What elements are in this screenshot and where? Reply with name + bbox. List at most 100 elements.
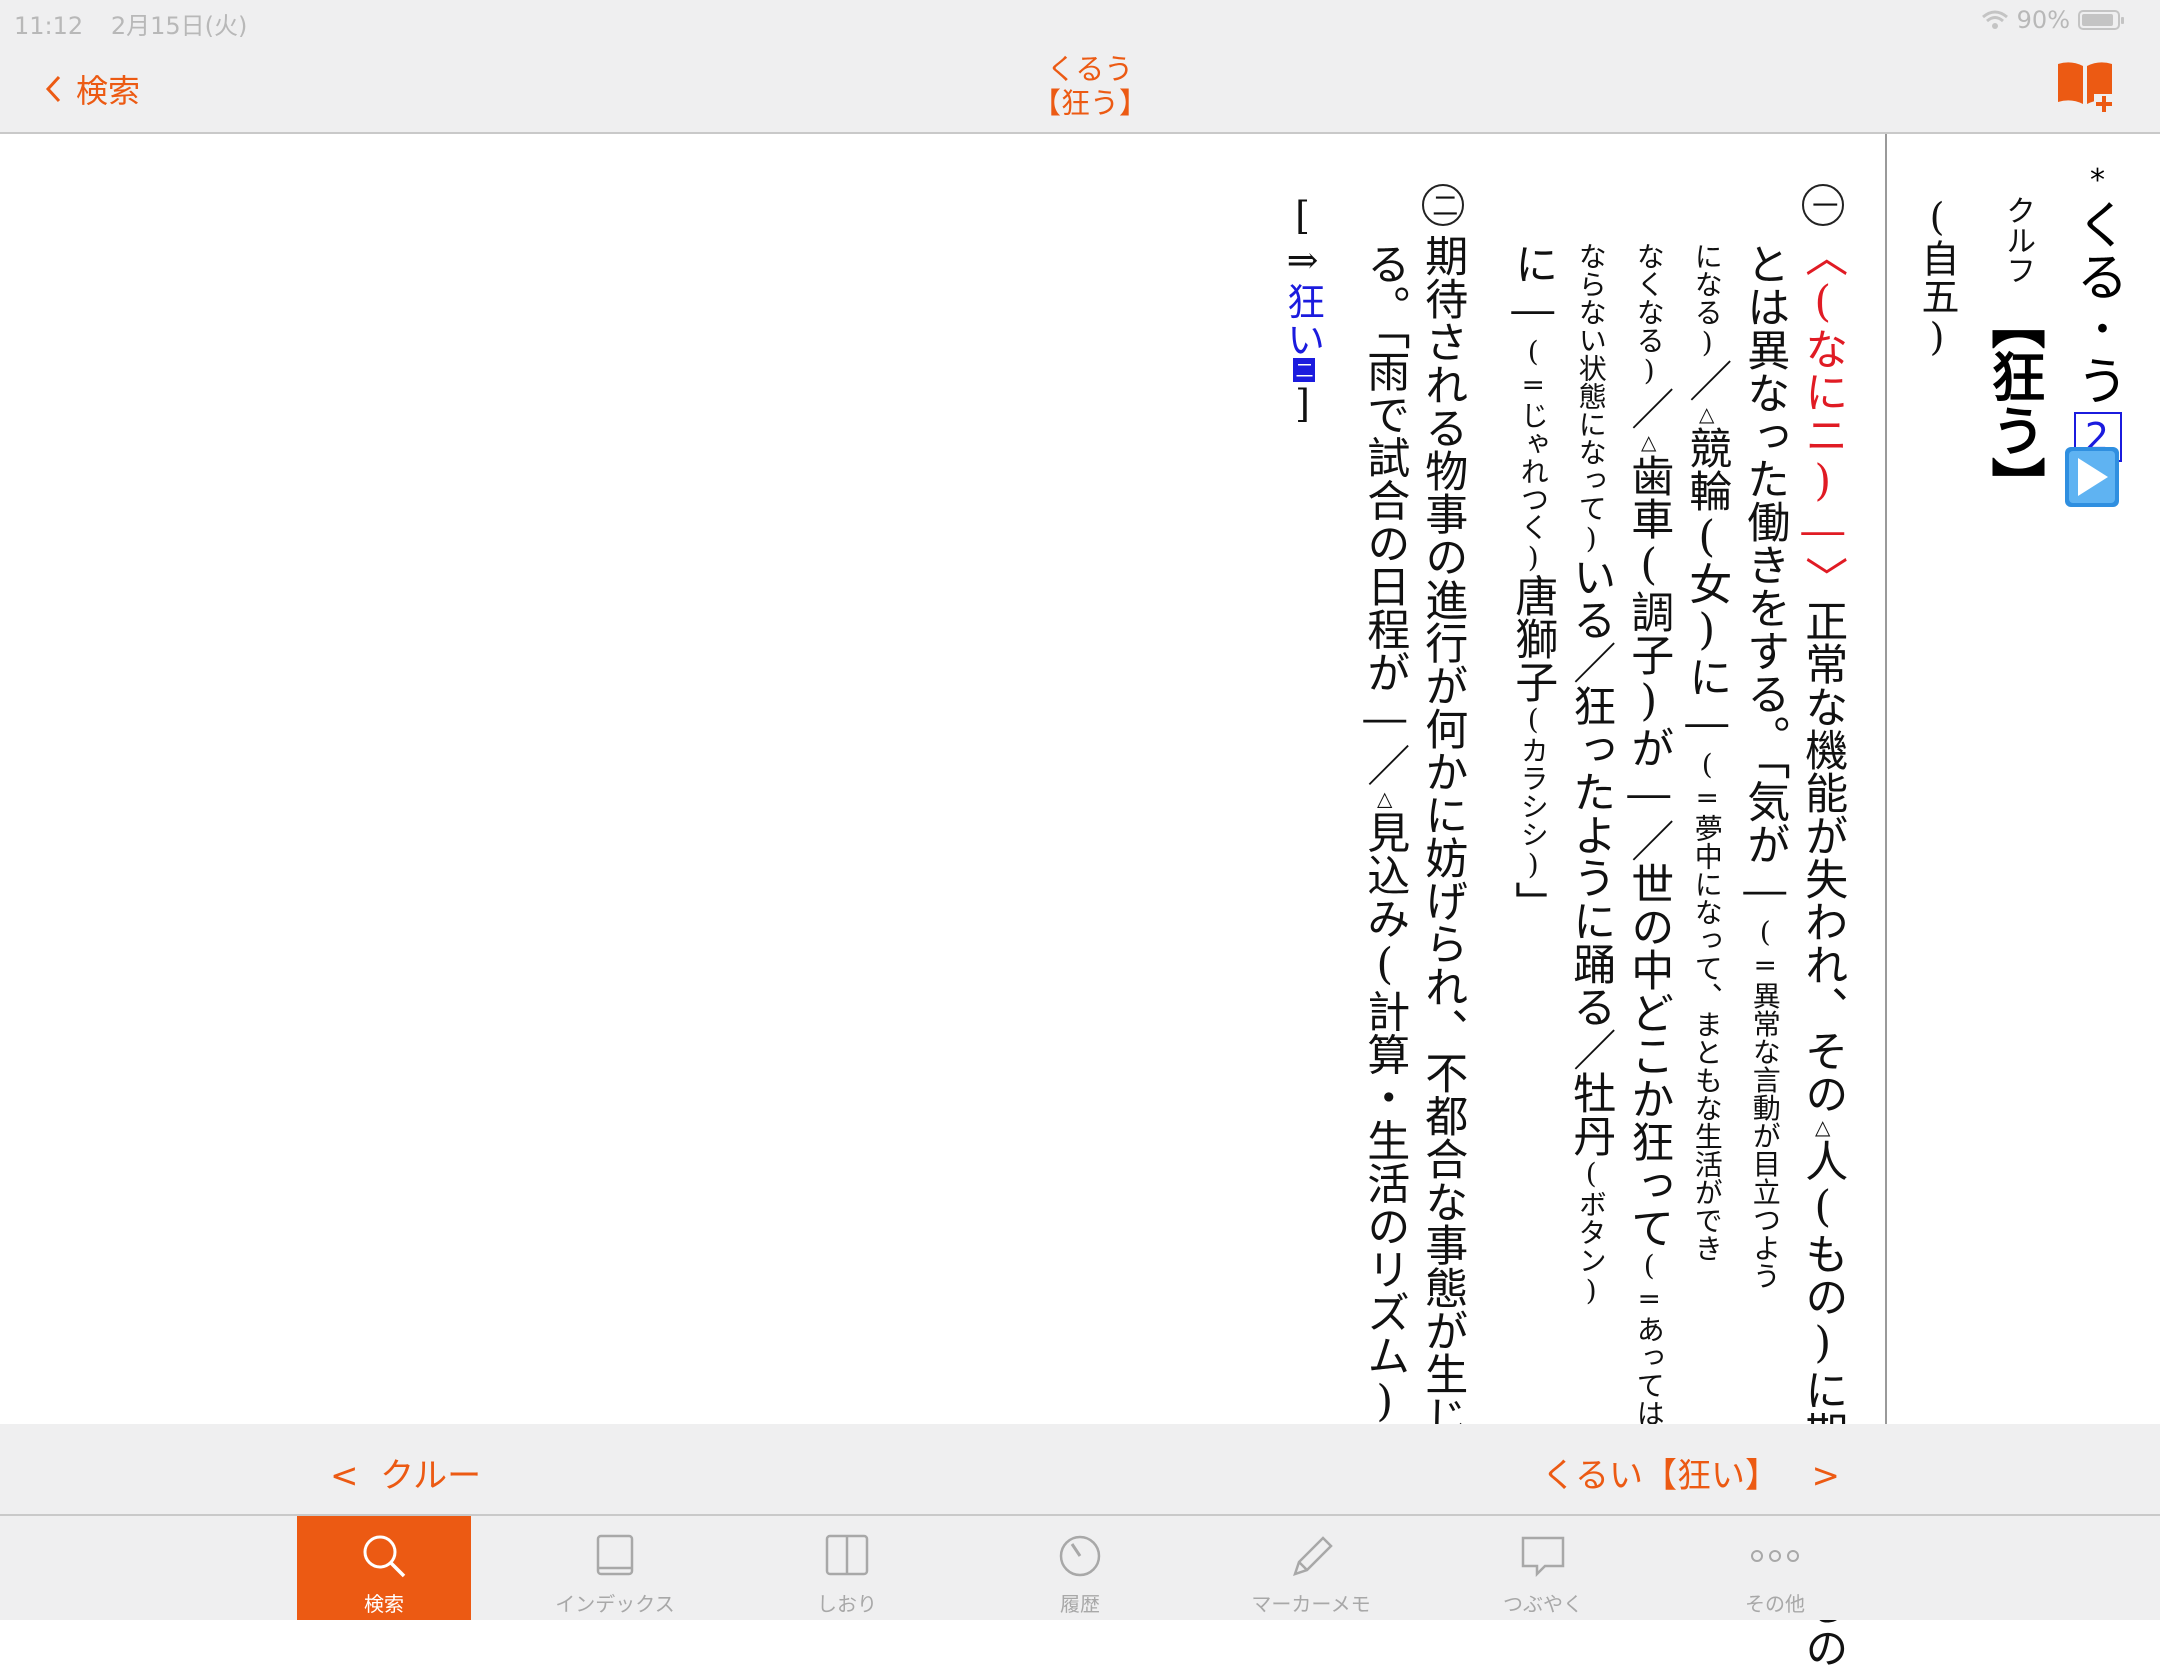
line-fragment: △ bbox=[1810, 1115, 1835, 1139]
line-text: なくなる)／△歯車(調子)が―／世の中どこか狂って(=あっては bbox=[1624, 242, 1674, 1427]
battery-percent: 90% bbox=[2016, 6, 2070, 34]
tab-more[interactable]: その他 bbox=[1688, 1516, 1862, 1620]
line-fragment: ニ bbox=[1797, 413, 1848, 456]
headword-kanji: 【狂う】 bbox=[1982, 295, 2046, 511]
chevron-right-icon: > bbox=[1811, 1456, 1841, 1496]
previous-entry-button[interactable]: < クルー bbox=[330, 1448, 481, 1497]
back-button[interactable]: 検索 bbox=[44, 66, 140, 112]
line-fragment: △ bbox=[1636, 430, 1661, 454]
status-bar: 11:12 2月15日(火) 90% bbox=[0, 0, 2160, 40]
line-fragment: 競輪(女)に― bbox=[1681, 426, 1732, 748]
line-fragment: 期待される物事の進行が何かに妨げられ、不都合な事態が生じ bbox=[1417, 234, 1468, 1438]
tab-label: 検索 bbox=[364, 1592, 404, 1616]
historical-kana: クルフ bbox=[2000, 195, 2035, 285]
xref-sense-box: 二 bbox=[1292, 358, 1315, 382]
line-text: とは異なった働きをする。「気が―(=異常な言動が目立つよう bbox=[1740, 242, 1790, 1290]
line-fragment: (=異常な言動が目立つよう bbox=[1748, 915, 1782, 1290]
pencil-icon bbox=[1293, 1536, 1333, 1576]
tab-label: しおり bbox=[817, 1592, 877, 1616]
line-fragment: △ bbox=[1694, 402, 1719, 426]
xref-close: ] bbox=[1280, 382, 1325, 426]
entry-content: 一〈(なにニ)―〉正常な機能が失われ、その△人(もの)に期待されるの とは異なっ… bbox=[0, 134, 2160, 1669]
navigation-bar: 検索 くるう 【狂う】 bbox=[0, 40, 2160, 134]
sense-1-line-2: とは異なった働きをする。「気が―(=異常な言動が目立つよう bbox=[1737, 242, 1791, 1290]
line-fragment: ／ bbox=[1623, 387, 1674, 430]
line-fragment: 歯車(調子)が―／世の中どこか狂って bbox=[1623, 454, 1674, 1249]
play-audio-icon[interactable] bbox=[2064, 446, 2120, 508]
line-text: ならない状態になって)いる／狂ったように踊る／牡丹(ボタン) bbox=[1566, 242, 1616, 1307]
line-fragment: になる) bbox=[1690, 242, 1724, 359]
sense-2-marker: 二 bbox=[1421, 184, 1464, 226]
part-of-speech: (自五) bbox=[1915, 195, 1959, 359]
book-open-icon bbox=[825, 1534, 869, 1576]
status-left: 11:12 2月15日(火) bbox=[14, 6, 267, 41]
line-fragment: 〈(なに bbox=[1797, 234, 1848, 413]
status-right: 90% bbox=[1981, 6, 2124, 34]
tab-label: その他 bbox=[1745, 1592, 1805, 1616]
more-dots-icon bbox=[1751, 1550, 1799, 1562]
status-date: 2月15日(火) bbox=[110, 12, 248, 40]
xref-link[interactable]: 狂い bbox=[1281, 282, 1325, 358]
sense-1-line-4: なくなる)／△歯車(調子)が―／世の中どこか狂って(=あっては bbox=[1621, 242, 1675, 1427]
xref-open: [⇒ bbox=[1280, 194, 1325, 282]
line-text: る。「雨で試合の日程が―／△見込み(計算・生活のリズム)が―」 bbox=[1360, 242, 1410, 1563]
sense-1-line-3: になる)／△競輪(女)に―(=夢中になって、まともな生活ができ bbox=[1679, 242, 1733, 1262]
line-fragment: 唐獅子 bbox=[1507, 574, 1558, 703]
tab-history[interactable]: 履歴 bbox=[993, 1516, 1167, 1620]
tab-bar: 検索 インデックス しおり 履歴 マーカーメモ つぶやく その他 bbox=[0, 1516, 2160, 1620]
wifi-icon bbox=[1981, 10, 2008, 29]
chevron-left-icon bbox=[45, 75, 61, 103]
tab-label: インデックス bbox=[555, 1592, 675, 1616]
headword-text: くる･う bbox=[2067, 198, 2127, 406]
line-fragment: ならない状態になって) bbox=[1574, 242, 1608, 555]
line-fragment: (=あっては bbox=[1632, 1249, 1666, 1427]
speech-bubble-icon bbox=[1521, 1536, 1565, 1578]
page-title: くるう 【狂う】 bbox=[880, 52, 1300, 120]
search-icon bbox=[363, 1535, 406, 1578]
previous-entry-label: クルー bbox=[380, 1456, 482, 1496]
tab-bookmarks[interactable]: しおり bbox=[760, 1516, 934, 1620]
line-fragment: (カラシシ) bbox=[1516, 703, 1550, 881]
sense-2-line-1: 二期待される物事の進行が何かに妨げられ、不都合な事態が生じ bbox=[1415, 184, 1469, 1438]
tab-label: つぶやく bbox=[1503, 1592, 1583, 1616]
book-plus-icon[interactable] bbox=[2054, 58, 2116, 114]
tab-marker-memo[interactable]: マーカーメモ bbox=[1224, 1516, 1398, 1620]
next-entry-button[interactable]: くるい【狂い】 > bbox=[1542, 1448, 1840, 1497]
line-fragment: る。「雨で試合の日程が―／ bbox=[1359, 242, 1410, 787]
column-divider bbox=[1885, 134, 1887, 1424]
tab-label: マーカーメモ bbox=[1251, 1592, 1371, 1616]
sense-1-line-6: に―(=じゃれつく)唐獅子(カラシシ)」 bbox=[1505, 242, 1559, 924]
headword-star: * bbox=[2080, 163, 2115, 198]
line-fragment: いる／狂ったように踊る／牡丹 bbox=[1565, 555, 1616, 1157]
headword: *くる･う2 bbox=[2060, 163, 2135, 462]
line-fragment: に― bbox=[1507, 242, 1558, 335]
line-fragment: 」 bbox=[1507, 881, 1558, 924]
line-fragment: (=夢中になって、まともな生活ができ bbox=[1690, 748, 1724, 1262]
line-fragment: (ボタン) bbox=[1574, 1157, 1608, 1307]
line-fragment: △ bbox=[1372, 786, 1397, 811]
title-reading: くるう bbox=[1046, 52, 1134, 86]
line-fragment: なくなる) bbox=[1632, 242, 1666, 387]
tab-index[interactable]: インデックス bbox=[528, 1516, 702, 1620]
tab-tweet[interactable]: つぶやく bbox=[1456, 1516, 1630, 1620]
clock-icon bbox=[1059, 1535, 1101, 1577]
title-word: 【狂う】 bbox=[1031, 86, 1148, 120]
line-fragment: とは異なった働きをする。「気が― bbox=[1739, 242, 1790, 916]
chevron-left-icon: < bbox=[330, 1456, 359, 1496]
book-closed-icon bbox=[596, 1534, 634, 1576]
status-time: 11:12 bbox=[14, 12, 84, 40]
sense-2-line-2: る。「雨で試合の日程が―／△見込み(計算・生活のリズム)が―」 bbox=[1357, 242, 1411, 1563]
line-fragment: 正常な機能が失われ、その bbox=[1797, 599, 1848, 1115]
battery-fill bbox=[2082, 14, 2113, 26]
tab-label: 履歴 bbox=[1060, 1592, 1100, 1616]
line-fragment: )―〉 bbox=[1797, 456, 1848, 599]
cross-reference: [⇒狂い二] bbox=[1278, 194, 1326, 426]
battery-icon bbox=[2078, 10, 2124, 30]
sense-1-marker: 一 bbox=[1801, 184, 1844, 226]
entry-pager: < クルー くるい【狂い】 > bbox=[0, 1424, 2160, 1516]
line-text: になる)／△競輪(女)に―(=夢中になって、まともな生活ができ bbox=[1682, 242, 1732, 1262]
tab-search[interactable]: 検索 bbox=[297, 1516, 471, 1620]
back-button-label: 検索 bbox=[76, 72, 141, 110]
line-fragment: ／ bbox=[1681, 359, 1732, 402]
line-fragment: (=じゃれつく) bbox=[1516, 335, 1550, 574]
